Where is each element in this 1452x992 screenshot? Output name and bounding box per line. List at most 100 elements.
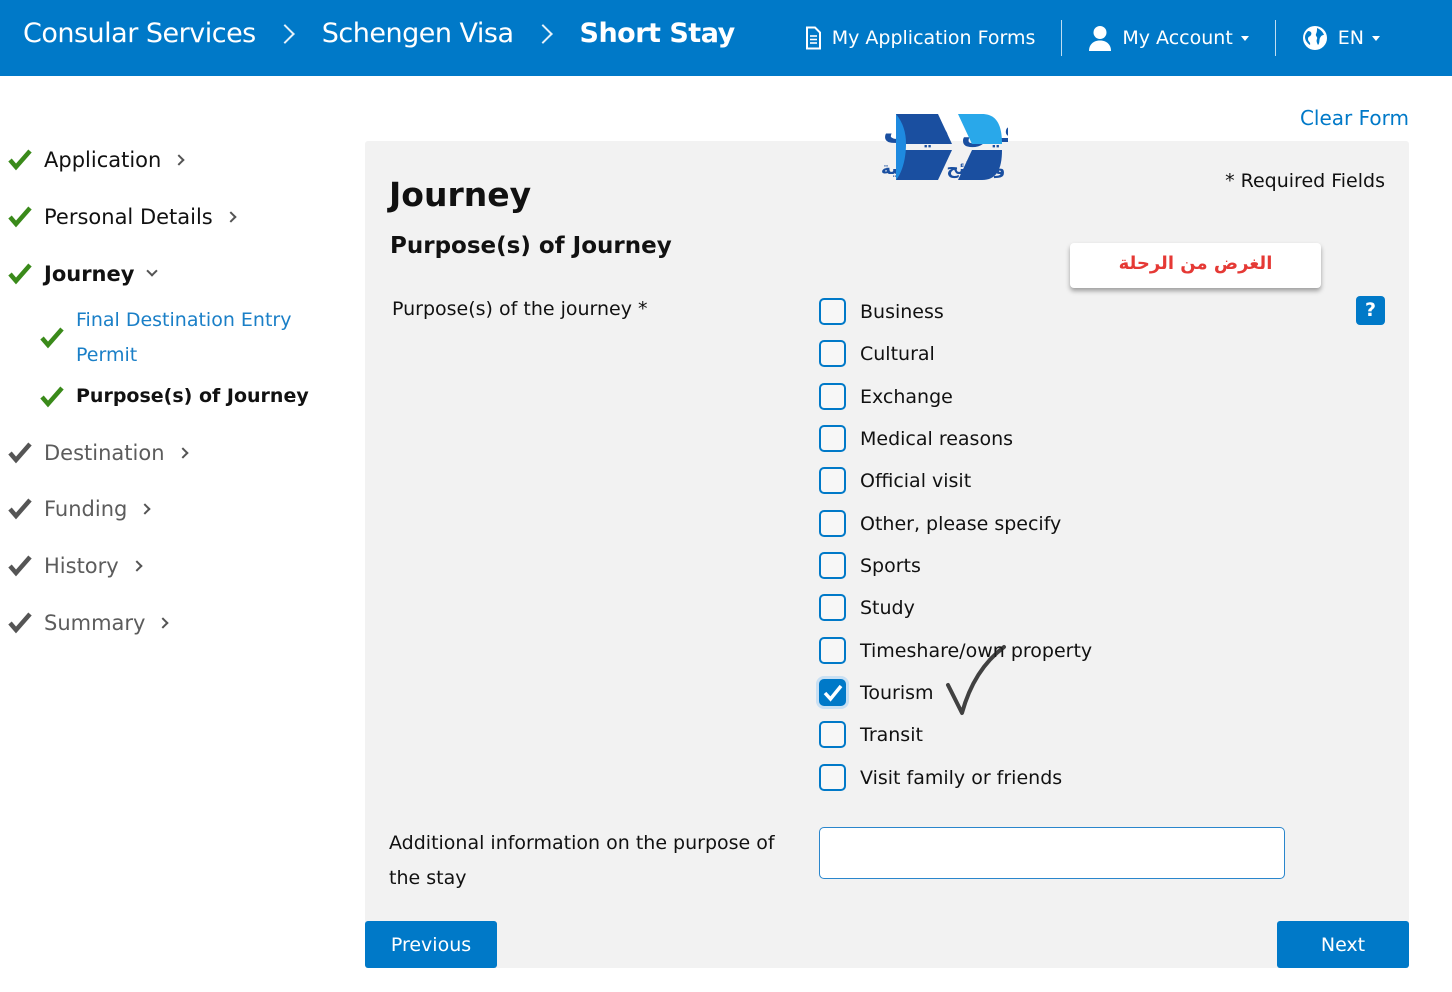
check-icon xyxy=(8,442,32,464)
purpose-option-transit[interactable]: Transit xyxy=(819,721,923,748)
sidebar-subitem-purposes-of-journey[interactable]: Purpose(s) of Journey xyxy=(40,379,309,414)
sidebar-item-personal-details[interactable]: Personal Details xyxy=(8,205,237,229)
document-icon xyxy=(805,26,821,50)
sidebar-item-history[interactable]: History xyxy=(8,554,143,578)
purpose-option-study[interactable]: Study xyxy=(819,594,915,621)
option-label: Tourism xyxy=(860,681,934,704)
breadcrumb: Consular Services Schengen Visa Short St… xyxy=(23,18,735,49)
option-label: Timeshare/own property xyxy=(860,639,1093,662)
sidebar-item-label: History xyxy=(44,554,119,578)
checkbox[interactable] xyxy=(819,383,846,410)
option-label: Sports xyxy=(860,554,921,577)
option-label: Business xyxy=(860,300,944,323)
chevron-right-icon xyxy=(532,23,553,44)
option-label: Official visit xyxy=(860,469,972,492)
my-account-menu[interactable]: My Account xyxy=(1062,20,1274,56)
purpose-option-official-visit[interactable]: Official visit xyxy=(819,467,971,494)
checkbox[interactable] xyxy=(819,594,846,621)
sidebar-item-label: Journey xyxy=(44,262,135,286)
globe-icon xyxy=(1302,26,1327,50)
purpose-option-business[interactable]: Business xyxy=(819,298,944,325)
help-button[interactable]: ? xyxy=(1356,296,1385,325)
option-label: Other, please specify xyxy=(860,512,1062,535)
sidebar-subitem-final-destination-entry-permit[interactable]: Final Destination Entry Permit xyxy=(40,303,291,373)
option-label: Medical reasons xyxy=(860,427,1014,450)
chevron-right-icon xyxy=(139,503,152,515)
language-selector[interactable]: EN xyxy=(1276,20,1452,56)
chevron-right-icon xyxy=(176,447,189,459)
check-icon xyxy=(8,263,32,285)
purpose-option-timeshare[interactable]: Timeshare/own property xyxy=(819,637,1092,664)
breadcrumb-consular-services[interactable]: Consular Services xyxy=(23,18,256,49)
section-title: Purpose(s) of Journey xyxy=(390,233,672,259)
additional-info-label: Additional information on the purpose of… xyxy=(389,826,789,896)
checkbox[interactable] xyxy=(819,764,846,791)
purpose-option-tourism[interactable]: Tourism xyxy=(819,679,934,706)
purpose-option-sports[interactable]: Sports xyxy=(819,552,921,579)
checkbox[interactable] xyxy=(819,298,846,325)
option-label: Visit family or friends xyxy=(860,766,1063,789)
label-line-1: Additional information on the purpose of xyxy=(389,832,775,854)
additional-info-input[interactable] xyxy=(819,827,1285,879)
top-header: Consular Services Schengen Visa Short St… xyxy=(0,0,1452,76)
purpose-option-exchange[interactable]: Exchange xyxy=(819,383,953,410)
watermark-logo: ترافيل ديف دروس ونصائح سياحية xyxy=(708,108,1066,186)
label-line-2: the stay xyxy=(389,867,467,889)
checkbox[interactable] xyxy=(819,510,846,537)
checkbox[interactable] xyxy=(819,467,846,494)
checkbox[interactable] xyxy=(819,340,846,367)
option-label: Cultural xyxy=(860,342,935,365)
chevron-right-icon xyxy=(225,211,237,223)
user-icon xyxy=(1089,26,1112,51)
clear-form-link[interactable]: Clear Form xyxy=(1300,106,1409,130)
sidebar-item-label: Personal Details xyxy=(44,205,213,229)
page-title: Journey xyxy=(389,175,532,214)
option-label: Exchange xyxy=(860,385,953,408)
purpose-option-cultural[interactable]: Cultural xyxy=(819,340,935,367)
check-icon xyxy=(40,327,64,349)
check-icon xyxy=(8,612,32,634)
check-icon xyxy=(8,498,32,520)
checkbox-checked[interactable] xyxy=(819,679,846,706)
my-account-label: My Account xyxy=(1122,27,1233,49)
chevron-right-icon xyxy=(157,617,170,629)
purpose-option-other[interactable]: Other, please specify xyxy=(819,510,1061,537)
my-application-forms-link[interactable]: My Application Forms xyxy=(776,20,1062,56)
caret-down-icon xyxy=(1240,35,1249,41)
sidebar-item-funding[interactable]: Funding xyxy=(8,497,152,521)
sidebar-item-destination[interactable]: Destination xyxy=(8,441,189,465)
check-icon xyxy=(8,149,32,171)
breadcrumb-schengen-visa[interactable]: Schengen Visa xyxy=(322,18,514,49)
sidebar-item-application[interactable]: Application xyxy=(8,148,186,172)
check-icon xyxy=(40,386,64,407)
label-line-1: Final Destination Entry xyxy=(76,309,292,331)
my-application-forms-label: My Application Forms xyxy=(831,27,1036,49)
checkbox[interactable] xyxy=(819,637,846,664)
sidebar-item-label: Application xyxy=(44,148,162,172)
checkbox[interactable] xyxy=(819,552,846,579)
sidebar-item-label: Funding xyxy=(44,497,128,521)
required-fields-note: * Required Fields xyxy=(1225,170,1385,192)
label-line-2: Permit xyxy=(76,344,138,366)
arabic-annotation-callout: الغرض من الرحلة xyxy=(1070,243,1321,288)
purpose-option-visit-family[interactable]: Visit family or friends xyxy=(819,764,1062,791)
sidebar-item-journey[interactable]: Journey xyxy=(8,262,159,286)
next-button[interactable]: Next xyxy=(1277,921,1409,968)
purpose-option-medical-reasons[interactable]: Medical reasons xyxy=(819,425,1013,452)
sidebar-item-label: Destination xyxy=(44,441,165,465)
checkmark-icon xyxy=(823,684,842,702)
option-label: Study xyxy=(860,596,915,619)
previous-button[interactable]: Previous xyxy=(365,921,497,968)
chevron-down-icon xyxy=(146,265,159,277)
checkbox[interactable] xyxy=(819,425,846,452)
checkbox[interactable] xyxy=(819,721,846,748)
sidebar-item-label: Summary xyxy=(44,611,146,635)
chevron-right-icon xyxy=(274,23,295,44)
breadcrumb-short-stay: Short Stay xyxy=(579,18,736,49)
sidebar-subitem-label: Final Destination Entry Permit xyxy=(76,303,291,373)
sidebar-item-summary[interactable]: Summary xyxy=(8,611,170,635)
check-icon xyxy=(8,555,32,577)
chevron-right-icon xyxy=(173,154,186,166)
check-icon xyxy=(8,206,32,228)
caret-down-icon xyxy=(1372,35,1380,41)
